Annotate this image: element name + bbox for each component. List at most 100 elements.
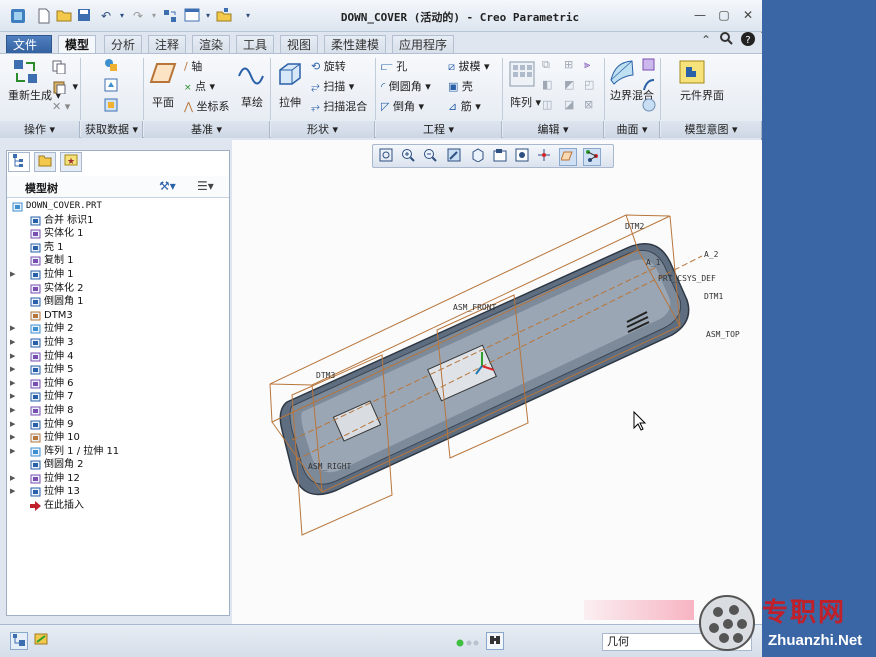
tab-render[interactable]: 渲染 [192, 35, 231, 53]
tree-settings-icon[interactable]: ⚒▾ [159, 179, 176, 193]
tree-item[interactable]: ▶ 拉伸 2 [10, 322, 228, 336]
extrude-icon[interactable] [276, 60, 304, 88]
group-model-intent[interactable]: 模型意图 ▾ [661, 121, 762, 138]
shrinkwrap-icon[interactable] [104, 98, 121, 112]
plane-icon[interactable] [149, 60, 177, 88]
redo-dropdown-icon[interactable]: ▾ [146, 8, 162, 24]
tree-item[interactable]: ▶ 阵列 1 / 拉伸 11 [10, 445, 228, 459]
tree-expand-arrow-icon[interactable]: ▶ [10, 390, 20, 404]
axis-button[interactable]: / 轴 [184, 58, 202, 74]
intersect-icon[interactable]: ◪ [564, 98, 574, 111]
tree-item[interactable]: ▶ 拉伸 9 [10, 418, 228, 432]
tree-expand-arrow-icon[interactable]: ▶ [10, 445, 20, 459]
tree-item[interactable]: ▶ 拉伸 1 [10, 268, 228, 282]
tree-expand-arrow-icon[interactable]: ▶ [10, 404, 20, 418]
rib-button[interactable]: ⊿ 筋 ▾ [448, 98, 481, 114]
boundary-blend-icon[interactable] [608, 58, 636, 86]
view-manager-icon[interactable] [513, 148, 531, 166]
freestyle-icon[interactable] [642, 98, 659, 112]
group-shape[interactable]: 形状 ▾ [271, 121, 375, 138]
tree-expand-arrow-icon[interactable]: ▶ [10, 418, 20, 432]
annotation-display-icon[interactable] [583, 148, 601, 166]
tab-flexible-modeling[interactable]: 柔性建模 [324, 35, 387, 53]
tree-item[interactable]: ▶ 拉伸 12 [10, 472, 228, 486]
tree-item[interactable]: ▶ 拉伸 6 [10, 377, 228, 391]
refit-icon[interactable] [377, 148, 395, 166]
regenerate-small-icon[interactable] [162, 8, 178, 24]
draft-button[interactable]: ⧄ 拔模 ▾ [448, 58, 490, 74]
tab-annotate[interactable]: 注释 [148, 35, 187, 53]
swept-blend-button[interactable]: ⥅ 扫描混合 [311, 98, 367, 114]
windows-dropdown-icon[interactable]: ▾ [200, 8, 216, 24]
group-surfaces[interactable]: 曲面 ▾ [605, 121, 660, 138]
model-viewport[interactable]: DTM2 A_2 A_1 PRT_CSYS_DEF DTM1 ASM_FRONT… [232, 140, 762, 624]
hole-button[interactable]: ⫍ 孔 [381, 58, 407, 74]
paste-icon[interactable]: ▾ [52, 80, 78, 94]
style-icon[interactable] [642, 78, 659, 92]
sweep-button[interactable]: ⥂ 扫描 ▾ [311, 78, 354, 94]
open-folder-icon[interactable] [56, 8, 72, 24]
tree-root-part[interactable]: DOWN_COVER.PRT [0, 200, 228, 214]
save-icon[interactable] [76, 8, 92, 24]
repaint-icon[interactable] [445, 148, 463, 166]
browser-toggle-icon[interactable] [32, 632, 50, 650]
datum-display-icon[interactable] [559, 148, 577, 166]
tab-model[interactable]: 模型 [58, 35, 97, 54]
tree-item[interactable]: ▶ 拉伸 4 [10, 350, 228, 364]
tree-item[interactable]: ▶ 拉伸 7 [10, 390, 228, 404]
group-datum[interactable]: 基准 ▾ [144, 121, 270, 138]
tree-item[interactable]: 在此插入 [10, 499, 228, 513]
delete-icon[interactable]: ✕ ▾ [52, 100, 70, 113]
tab-analysis[interactable]: 分析 [104, 35, 143, 53]
regenerate-button[interactable]: 重新生成 ▾ [8, 90, 61, 102]
zoom-out-icon[interactable] [421, 148, 439, 166]
point-button[interactable]: × 点 ▾ [184, 78, 215, 94]
tree-expand-arrow-icon[interactable]: ▶ [10, 377, 20, 391]
thicken-icon[interactable]: ◰ [584, 78, 594, 91]
trim-icon[interactable]: ◩ [564, 78, 574, 91]
tree-item[interactable]: 合并 标识1 [10, 214, 228, 228]
undo-icon[interactable]: ↶ [98, 8, 114, 24]
user-defined-feature-icon[interactable] [104, 58, 121, 72]
tab-file[interactable]: 文件 ▾ [6, 35, 52, 70]
component-interface-button[interactable]: 元件界面 [680, 90, 724, 102]
tree-expand-arrow-icon[interactable]: ▶ [10, 268, 20, 282]
boundary-blend-button[interactable]: 边界混合 [610, 90, 654, 102]
tree-item[interactable]: 实体化 2 [10, 282, 228, 296]
model-tree-tab-icon[interactable] [8, 152, 30, 172]
regenerate-icon[interactable] [12, 58, 40, 86]
copy-icon[interactable] [52, 60, 69, 74]
tree-expand-arrow-icon[interactable]: ▶ [10, 485, 20, 499]
group-get-data[interactable]: 获取数据 ▾ [81, 121, 143, 138]
extend-icon[interactable]: ⊞ [564, 58, 573, 71]
pattern-button[interactable]: 阵列 ▾ [510, 94, 541, 110]
revolve-button[interactable]: ⟲ 旋转 [311, 58, 346, 74]
tab-tools[interactable]: 工具 [236, 35, 275, 53]
tree-expand-arrow-icon[interactable]: ▶ [10, 363, 20, 377]
display-style-icon[interactable] [469, 148, 487, 166]
round-button[interactable]: ◜ 倒圆角 ▾ [381, 78, 431, 94]
tree-item[interactable]: ▶ 拉伸 3 [10, 336, 228, 350]
sketch-icon[interactable] [237, 60, 265, 88]
tree-item[interactable]: 倒圆角 2 [10, 458, 228, 472]
zoom-in-icon[interactable] [399, 148, 417, 166]
tree-item[interactable]: ▶ 拉伸 8 [10, 404, 228, 418]
tab-view[interactable]: 视图 [280, 35, 319, 53]
tree-expand-arrow-icon[interactable]: ▶ [10, 350, 20, 364]
tree-item[interactable]: 壳 1 [10, 241, 228, 255]
shell-button[interactable]: ▣ 壳 [448, 78, 473, 94]
folder-browser-tab-icon[interactable] [34, 152, 56, 172]
saved-views-icon[interactable] [491, 148, 509, 166]
tree-expand-arrow-icon[interactable]: ▶ [10, 431, 20, 445]
customize-qat-icon[interactable]: ▾ [240, 8, 256, 24]
group-operations[interactable]: 操作 ▾ [0, 121, 80, 138]
project-icon[interactable]: ⫸ [584, 58, 590, 72]
windows-icon[interactable] [184, 8, 200, 24]
csys-button[interactable]: ⋀ 坐标系 [184, 98, 230, 114]
chamfer-button[interactable]: ◸ 倒角 ▾ [381, 98, 424, 114]
new-file-icon[interactable] [36, 8, 52, 24]
mirror-icon[interactable]: ⧉ [542, 58, 550, 72]
tree-item[interactable]: 复制 1 [10, 254, 228, 268]
help-icon[interactable]: ? [738, 31, 758, 49]
group-editing[interactable]: 编辑 ▾ [503, 121, 604, 138]
